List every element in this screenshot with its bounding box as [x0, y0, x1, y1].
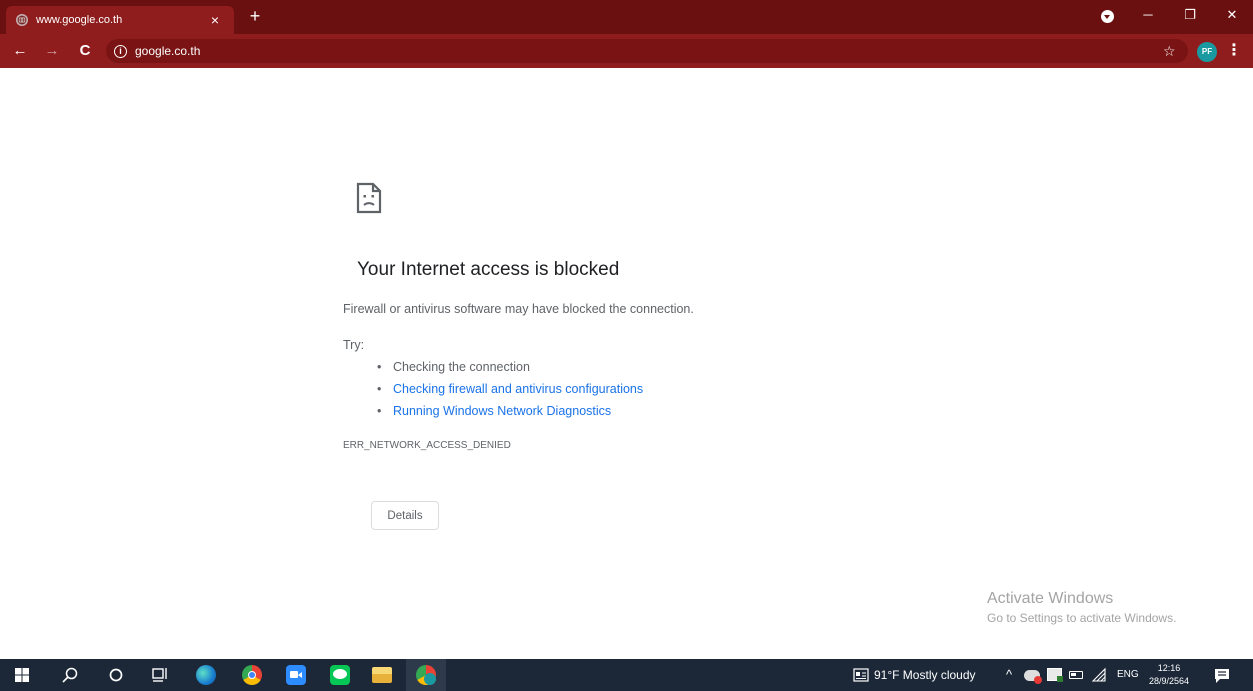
- news-widget-icon[interactable]: [853, 668, 869, 682]
- suggestion-diagnostics-link[interactable]: Running Windows Network Diagnostics: [377, 400, 643, 422]
- new-tab-button[interactable]: +: [245, 6, 265, 28]
- taskbar-file-explorer[interactable]: [362, 659, 402, 691]
- details-button[interactable]: Details: [371, 501, 439, 530]
- folder-icon: [372, 667, 392, 683]
- notifications-icon[interactable]: [1214, 668, 1230, 684]
- bookmark-star-icon[interactable]: ☆: [1163, 41, 1176, 61]
- chrome-profile-icon: [416, 665, 436, 685]
- windows-logo-icon: [15, 668, 29, 682]
- taskbar-zoom[interactable]: [276, 659, 316, 691]
- chrome-icon: [242, 665, 262, 685]
- line-app-icon: [330, 665, 350, 685]
- taskbar-chrome[interactable]: [232, 659, 272, 691]
- back-button[interactable]: ←: [10, 41, 30, 61]
- task-view-button[interactable]: [140, 659, 180, 691]
- close-window-button[interactable]: ✕: [1218, 3, 1246, 27]
- suggestion-check-connection: Checking the connection: [377, 356, 643, 378]
- tab-strip: www.google.co.th × + ─ ❐ ✕: [0, 0, 1253, 34]
- clock-time: 12:16: [1157, 663, 1181, 673]
- windows-taskbar: 91°F Mostly cloudy ^ ENG 12:16 28/9/2564: [0, 659, 1253, 691]
- search-icon: [62, 667, 78, 683]
- info-icon[interactable]: i: [114, 44, 127, 58]
- menu-kebab-icon[interactable]: ⋮: [1226, 41, 1242, 61]
- taskbar-line[interactable]: [320, 659, 360, 691]
- language-indicator[interactable]: ENG: [1117, 659, 1139, 691]
- clock-date: 28/9/2564: [1148, 676, 1190, 686]
- tab-google[interactable]: www.google.co.th ×: [6, 6, 234, 34]
- suggestion-list: Checking the connection Checking firewal…: [377, 356, 643, 422]
- cortana-button[interactable]: [96, 659, 136, 691]
- globe-icon: [16, 14, 28, 26]
- clock[interactable]: 12:16 28/9/2564: [1146, 663, 1192, 687]
- browser-toolbar: ← → C i google.co.th ☆ PF ⋮: [0, 34, 1253, 68]
- search-button[interactable]: [50, 659, 90, 691]
- battery-icon[interactable]: [1069, 671, 1083, 679]
- taskbar-chrome-profile[interactable]: [406, 659, 446, 691]
- tab-title: www.google.co.th: [36, 14, 123, 26]
- watermark-line1: Activate Windows: [987, 590, 1114, 607]
- address-bar[interactable]: i google.co.th: [106, 39, 1188, 63]
- error-code: ERR_NETWORK_ACCESS_DENIED: [343, 440, 511, 451]
- suggestion-firewall-link[interactable]: Checking firewall and antivirus configur…: [377, 378, 643, 400]
- minimize-button[interactable]: ─: [1134, 3, 1162, 27]
- zoom-icon: [286, 665, 306, 685]
- weather-widget[interactable]: 91°F Mostly cloudy: [874, 659, 976, 691]
- try-label: Try:: [343, 338, 365, 352]
- taskbar-edge[interactable]: [186, 659, 226, 691]
- profile-dropdown-icon[interactable]: [1101, 10, 1114, 23]
- task-view-icon: [152, 668, 167, 682]
- error-title: Your Internet access is blocked: [357, 259, 620, 280]
- tray-app-icon[interactable]: [1047, 668, 1063, 682]
- start-button[interactable]: [2, 659, 42, 691]
- edge-icon: [196, 665, 216, 685]
- security-warning-icon[interactable]: [1024, 670, 1042, 684]
- wifi-icon[interactable]: [1091, 667, 1107, 683]
- watermark-line2: Go to Settings to activate Windows.: [987, 611, 1177, 625]
- error-description: Firewall or antivirus software may have …: [343, 302, 694, 316]
- forward-button[interactable]: →: [42, 41, 62, 61]
- cortana-icon: [109, 668, 123, 682]
- tray-overflow-chevron-icon[interactable]: ^: [1006, 659, 1012, 691]
- tab-close-icon[interactable]: ×: [206, 11, 224, 29]
- sad-document-icon: [356, 182, 382, 214]
- reload-button[interactable]: C: [75, 41, 95, 61]
- address-url: google.co.th: [135, 44, 201, 58]
- browser-window: www.google.co.th × + ─ ❐ ✕ ← → C i googl…: [0, 0, 1253, 691]
- maximize-button[interactable]: ❐: [1176, 3, 1204, 27]
- activate-windows-watermark: Activate Windows Go to Settings to activ…: [987, 590, 1176, 625]
- profile-avatar[interactable]: PF: [1197, 42, 1217, 62]
